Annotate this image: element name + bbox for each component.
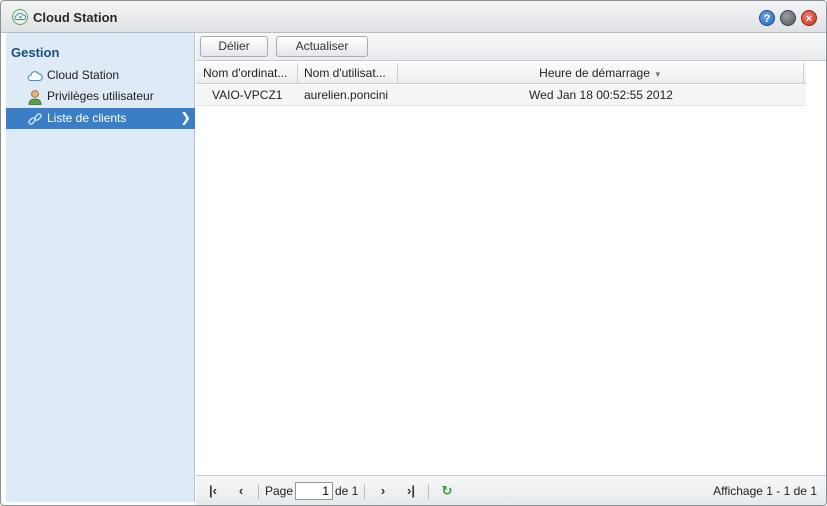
column-header-label: Heure de démarrage [539, 66, 650, 80]
pager-divider [258, 484, 259, 499]
title-bar[interactable]: Cloud Station ? × [1, 1, 826, 33]
page-total-label: de 1 [335, 484, 359, 498]
sidebar-item-client-list[interactable]: Liste de clients ❯ [6, 108, 195, 129]
sidebar-item-cloud-station[interactable]: Cloud Station [6, 65, 195, 86]
cloud-station-icon [12, 9, 28, 25]
minimize-button[interactable] [780, 10, 796, 26]
cloud-station-window: Cloud Station ? × Gestion Cloud Station … [0, 0, 827, 506]
cloud-icon [27, 71, 43, 82]
cell-computer: VAIO-VPCZ1 [212, 88, 283, 102]
cell-user: aurelien.poncini [304, 88, 389, 102]
sidebar-item-label: Privilèges utilisateur [47, 89, 154, 103]
help-button[interactable]: ? [759, 10, 775, 26]
previous-page-icon[interactable]: ‹ [232, 483, 250, 499]
first-page-icon[interactable]: |‹ [204, 483, 222, 499]
close-button[interactable]: × [801, 10, 817, 26]
column-header-start-time[interactable]: Heure de démarrage ▼ [398, 63, 804, 84]
pagination-bar: |‹ ‹ Page de 1 › ›| ↻ Affichage 1 - 1 de… [196, 475, 826, 505]
sidebar: Gestion Cloud Station Privilèges utilisa… [6, 33, 195, 502]
sidebar-item-label: Cloud Station [47, 68, 120, 82]
grid-header: Nom d'ordinat... Nom d'utilisat... Heure… [196, 63, 806, 84]
column-header-user[interactable]: Nom d'utilisat... [298, 63, 398, 84]
toolbar: Délier Actualiser [196, 33, 826, 61]
last-page-icon[interactable]: ›| [402, 483, 420, 499]
table-row[interactable]: VAIO-VPCZ1 aurelien.poncini Wed Jan 18 0… [196, 85, 806, 106]
sidebar-heading: Gestion [11, 45, 60, 60]
refresh-button[interactable]: Actualiser [276, 36, 368, 57]
page-label: Page [265, 484, 294, 498]
pager-divider [364, 484, 365, 499]
pager-divider [428, 484, 429, 499]
next-page-icon[interactable]: › [374, 483, 392, 499]
link-icon [28, 113, 42, 125]
column-header-computer[interactable]: Nom d'ordinat... [196, 63, 298, 84]
cell-start-time: Wed Jan 18 00:52:55 2012 [529, 88, 673, 102]
chevron-right-icon: ❯ [180, 110, 191, 125]
main-panel: Délier Actualiser Nom d'ordinat... Nom d… [196, 33, 826, 505]
sidebar-item-label: Liste de clients [47, 111, 127, 125]
page-number-input[interactable] [295, 482, 333, 500]
sidebar-item-user-privileges[interactable]: Privilèges utilisateur [6, 86, 195, 107]
window-title: Cloud Station [33, 10, 118, 25]
reload-icon[interactable]: ↻ [438, 483, 456, 499]
user-icon [28, 90, 42, 105]
sort-descending-icon: ▼ [653, 70, 662, 79]
unlink-button[interactable]: Délier [200, 36, 268, 57]
paging-status: Affichage 1 - 1 de 1 [713, 484, 817, 498]
